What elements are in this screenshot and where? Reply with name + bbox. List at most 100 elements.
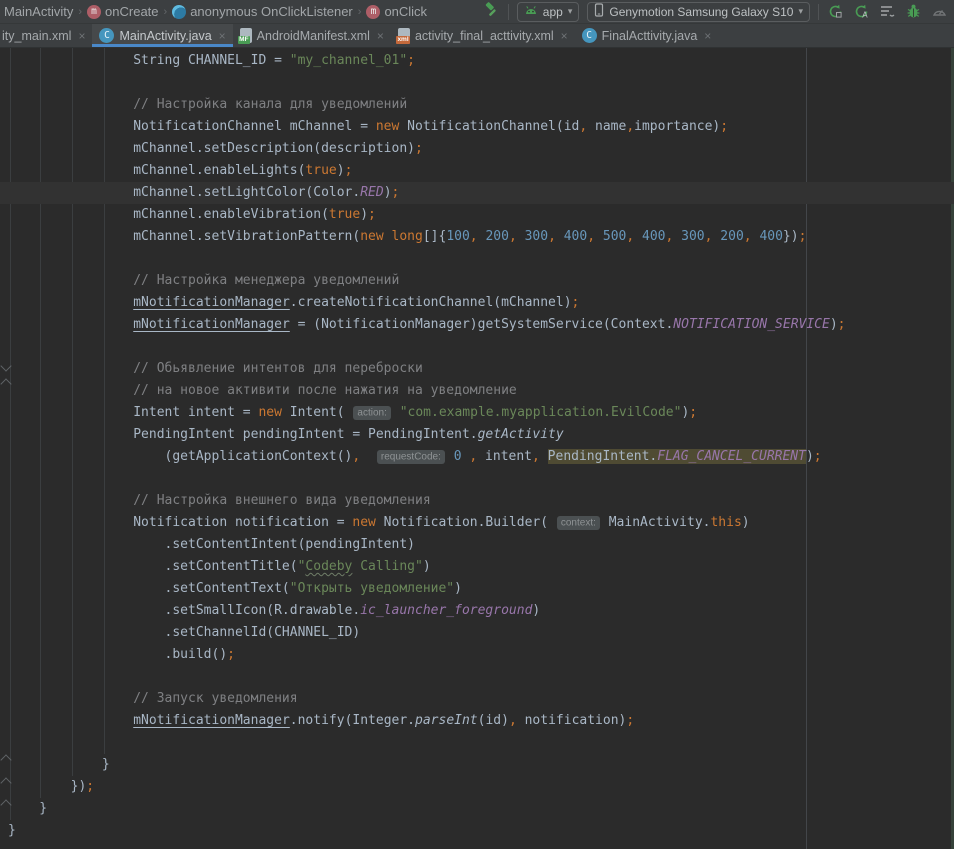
code-token: PendingIntent pendingIntent = PendingInt… — [8, 427, 478, 442]
code-line[interactable]: mChannel.setLightColor(Color.RED); — [0, 182, 954, 204]
run-configuration-label: app — [543, 5, 563, 19]
run-tasks-list-icon[interactable] — [879, 3, 896, 20]
code-token: 300 — [525, 229, 548, 244]
breadcrumb-item[interactable]: monClick — [366, 4, 427, 19]
code-line[interactable]: // Настройка канала для уведомлений — [0, 94, 954, 116]
code-line[interactable]: mNotificationManager = (NotificationMana… — [0, 314, 954, 336]
code-line[interactable] — [0, 732, 954, 754]
code-line[interactable]: .setContentTitle("Codeby Calling") — [0, 556, 954, 578]
toolbar-divider — [818, 4, 819, 20]
code-line[interactable]: mNotificationManager.createNotificationC… — [0, 292, 954, 314]
code-editor[interactable]: String CHANNEL_ID = "my_channel_01"; // … — [0, 48, 954, 849]
code-token: ; — [838, 317, 846, 332]
code-line[interactable] — [0, 336, 954, 358]
code-line[interactable]: .setContentText("Открыть уведомление") — [0, 578, 954, 600]
code-line[interactable]: mNotificationManager.notify(Integer.pars… — [0, 710, 954, 732]
code-token: importance) — [634, 119, 720, 134]
debug-icon[interactable] — [905, 3, 922, 20]
code-line[interactable]: (getApplicationContext(), requestCode: 0… — [0, 446, 954, 468]
code-token: .setContentText( — [8, 581, 290, 596]
code-token: intent — [477, 449, 532, 464]
code-line[interactable]: } — [0, 820, 954, 842]
code-line[interactable]: mChannel.enableLights(true); — [0, 160, 954, 182]
parameter-hint: action: — [353, 406, 390, 420]
code-line[interactable]: // Запуск уведомления — [0, 688, 954, 710]
code-token: NotificationChannel mChannel = — [8, 119, 376, 134]
code-line[interactable]: // Обьявление интентов для переброски — [0, 358, 954, 380]
run-configuration-select[interactable]: app ▾ — [517, 2, 580, 22]
xml-file-icon: xml — [398, 28, 410, 43]
code-line[interactable]: .setSmallIcon(R.drawable.ic_launcher_for… — [0, 600, 954, 622]
breadcrumb-item[interactable]: MainActivity — [4, 4, 73, 19]
tab-activity-final-acttivity-xml[interactable]: xmlactivity_final_acttivity.xml× — [391, 24, 575, 47]
tab-close-icon[interactable]: × — [219, 29, 226, 43]
code-line[interactable]: .build(); — [0, 644, 954, 666]
code-line[interactable] — [0, 72, 954, 94]
code-token: NOTIFICATION_SERVICE — [673, 317, 830, 332]
code-line[interactable]: PendingIntent pendingIntent = PendingInt… — [0, 424, 954, 446]
code-token: // Настройка внешнего вида уведомления — [8, 493, 431, 508]
code-line[interactable]: String CHANNEL_ID = "my_channel_01"; — [0, 50, 954, 72]
code-line[interactable]: mChannel.setVibrationPattern(new long[]{… — [0, 226, 954, 248]
file-type-badge: xml — [396, 36, 410, 44]
anonymous-class-icon — [172, 5, 186, 19]
code-token — [8, 317, 133, 332]
code-line[interactable]: } — [0, 798, 954, 820]
device-select[interactable]: Genymotion Samsung Galaxy S10 ▾ — [587, 2, 810, 22]
code-token: mNotificationManager — [133, 713, 290, 728]
code-token: ; — [407, 53, 415, 68]
code-line[interactable]: mChannel.setDescription(description); — [0, 138, 954, 160]
code-line[interactable]: mChannel.enableVibration(true); — [0, 204, 954, 226]
code-line[interactable] — [0, 468, 954, 490]
tab-close-icon[interactable]: × — [704, 29, 711, 43]
code-token: (id) — [478, 713, 509, 728]
tab-close-icon[interactable]: × — [78, 29, 85, 43]
code-token — [556, 229, 564, 244]
code-token: PendingIntent. — [548, 449, 658, 464]
tab-ity-main-xml[interactable]: ity_main.xml× — [0, 24, 92, 47]
code-token: name — [587, 119, 626, 134]
code-line[interactable] — [0, 666, 954, 688]
code-token: parseInt — [415, 713, 478, 728]
code-line[interactable]: .setContentIntent(pendingIntent) — [0, 534, 954, 556]
code-line[interactable]: NotificationChannel mChannel = new Notif… — [0, 116, 954, 138]
code-token — [8, 713, 133, 728]
code-token: 300 — [681, 229, 704, 244]
code-line[interactable]: // на новое активити после нажатия на ув… — [0, 380, 954, 402]
breadcrumb-item[interactable]: anonymous OnClickListener — [172, 4, 353, 19]
code-token: Notification notification = — [8, 515, 352, 530]
code-line[interactable]: Intent intent = new Intent( action: "com… — [0, 402, 954, 424]
build-hammer-icon[interactable] — [483, 1, 500, 23]
method-icon: m — [366, 5, 380, 19]
tab-androidmanifest-xml[interactable]: MFAndroidManifest.xml× — [233, 24, 391, 47]
code-token: true — [329, 207, 360, 222]
code-token — [595, 229, 603, 244]
code-token: notification) — [517, 713, 627, 728]
main-toolbar: MainActivity›monCreate›anonymous OnClick… — [0, 0, 954, 24]
tab-finalacttivity-java[interactable]: CFinalActtivity.java× — [575, 24, 719, 47]
code-token: , — [626, 229, 634, 244]
apply-code-changes-icon[interactable]: A — [853, 3, 870, 20]
code-line[interactable]: // Настройка внешнего вида уведомления — [0, 490, 954, 512]
code-token: mNotificationManager — [133, 295, 290, 310]
tab-close-icon[interactable]: × — [561, 29, 568, 43]
code-line[interactable]: } — [0, 754, 954, 776]
code-line[interactable] — [0, 248, 954, 270]
code-line[interactable]: .setChannelId(CHANNEL_ID) — [0, 622, 954, 644]
code-line[interactable]: }); — [0, 776, 954, 798]
code-token: mChannel.enableVibration( — [8, 207, 329, 222]
code-token: Intent( — [282, 405, 352, 420]
apply-changes-icon[interactable] — [827, 3, 844, 20]
code-token: (getApplicationContext() — [8, 449, 352, 464]
breadcrumb-item[interactable]: monCreate — [87, 4, 158, 19]
code-token: ) — [806, 449, 814, 464]
tab-mainactivity-java[interactable]: CMainActivity.java× — [92, 24, 232, 47]
tab-close-icon[interactable]: × — [377, 29, 384, 43]
code-token: }) — [783, 229, 799, 244]
code-line[interactable]: Notification notification = new Notifica… — [0, 512, 954, 534]
code-token: ) — [532, 603, 540, 618]
code-token — [384, 229, 392, 244]
profile-icon[interactable] — [931, 3, 948, 20]
code-line[interactable]: // Настройка менеджера уведомлений — [0, 270, 954, 292]
code-token: 200 — [720, 229, 743, 244]
